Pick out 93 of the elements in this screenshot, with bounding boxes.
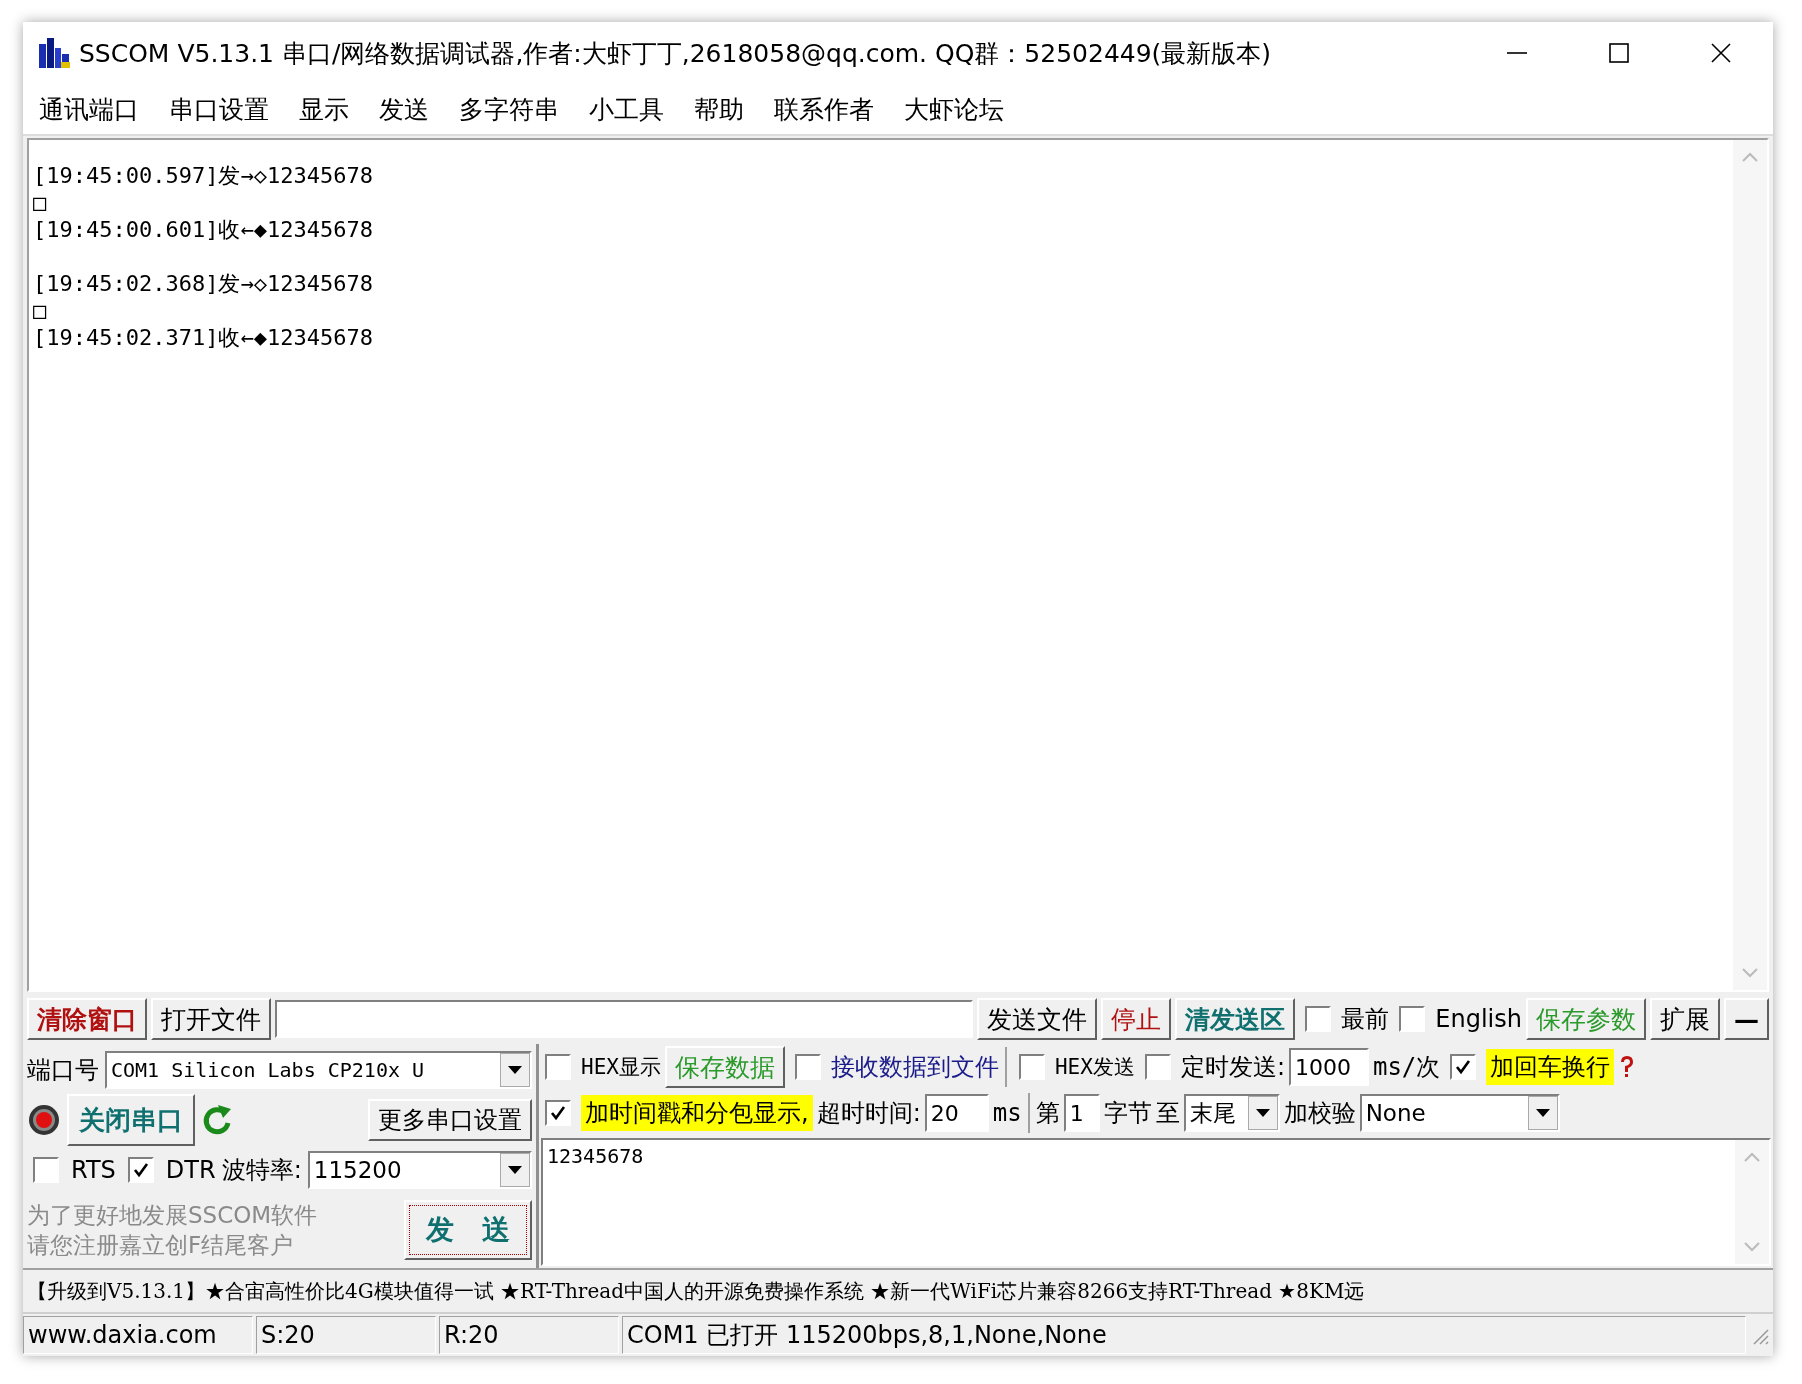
log-line: [19:45:00.601]收←◆12345678 xyxy=(33,216,374,243)
baud-label: 波特率: xyxy=(221,1155,302,1186)
checkbox[interactable] xyxy=(545,1100,571,1126)
dropdown-button[interactable] xyxy=(500,1053,530,1087)
checkbox-label: DTR xyxy=(165,1156,216,1184)
timeout-unit: ms xyxy=(992,1099,1022,1127)
checkbox[interactable] xyxy=(1399,1006,1426,1032)
menu-item[interactable]: 通讯端口 xyxy=(39,92,139,126)
checkbox-label: 加回车换行 xyxy=(1486,1049,1615,1085)
dropdown-button[interactable] xyxy=(1247,1096,1278,1130)
checkbox[interactable] xyxy=(1305,1006,1332,1032)
checkbox-label: 最前 xyxy=(1341,1004,1390,1035)
status-cell: S:20 xyxy=(256,1316,436,1354)
byte-label: 字节 xyxy=(1103,1098,1152,1129)
checkbox-label: 接收数据到文件 xyxy=(830,1052,999,1083)
promo-text: 为了更好地发展SSCOM软件 xyxy=(27,1201,319,1230)
checkbox[interactable] xyxy=(33,1157,59,1183)
menu-item[interactable]: 大虾论坛 xyxy=(904,92,1004,126)
interval-unit: ms/次 xyxy=(1372,1052,1441,1083)
byte-from-field[interactable]: 1 xyxy=(1063,1094,1100,1132)
scrollbar[interactable] xyxy=(1733,140,1767,990)
byte-to-dropdown[interactable]: 末尾 xyxy=(1183,1094,1280,1132)
checksum-dropdown[interactable]: None xyxy=(1359,1094,1560,1132)
checkbox-label: 定时发送: xyxy=(1180,1052,1285,1083)
menu-item[interactable]: 串口设置 xyxy=(169,92,269,126)
interval-field[interactable]: 1000 xyxy=(1288,1048,1369,1086)
baud-rate-dropdown[interactable]: 115200 xyxy=(307,1151,532,1189)
port-label: 端口号 xyxy=(27,1055,99,1086)
refresh-icon xyxy=(201,1103,233,1137)
open-file-button[interactable]: 打开文件 xyxy=(151,998,271,1040)
log-line: □ xyxy=(33,189,48,216)
window-title: SSCOM V5.13.1 串口/网络数据调试器,作者:大虾丁丁,2618058@qq.com. QQ群：52502449(最新版本) xyxy=(79,37,1273,70)
scroll-up-icon xyxy=(1744,1152,1760,1162)
maximize-icon xyxy=(1607,41,1631,65)
caret-icon xyxy=(1535,1109,1550,1117)
status-cell: www.daxia.com xyxy=(23,1316,253,1354)
clear-window-button[interactable]: 清除窗口 xyxy=(27,998,147,1040)
scroll-up-icon xyxy=(1742,152,1758,162)
status-cell: COM1 已打开 115200bps,8,1,None,None xyxy=(622,1316,1746,1354)
log-line: [19:45:02.371]收←◆12345678 xyxy=(33,324,374,351)
log-line: □ xyxy=(33,297,48,324)
checkbox[interactable] xyxy=(1018,1054,1045,1080)
collapse-button[interactable]: — xyxy=(1724,998,1769,1040)
checkbox-label: English xyxy=(1435,1005,1522,1033)
port-dropdown[interactable]: COM1 Silicon Labs CP210x U xyxy=(105,1051,532,1089)
caret-icon xyxy=(508,1166,522,1174)
checkmark-icon xyxy=(132,1162,149,1178)
more-settings-button[interactable]: 更多串口设置 xyxy=(368,1099,532,1141)
menu-item[interactable]: 发送 xyxy=(379,92,429,126)
timeout-label: 超时时间: xyxy=(816,1098,921,1129)
log-line: [19:45:02.368]发→◇12345678 xyxy=(33,270,374,297)
checkbox[interactable] xyxy=(794,1054,821,1080)
menu-item[interactable]: 多字符串 xyxy=(459,92,559,126)
close-icon xyxy=(1709,41,1733,65)
send-text-area[interactable]: 12345678 xyxy=(541,1138,1771,1266)
menu-item[interactable]: 联系作者 xyxy=(774,92,874,126)
timeout-field[interactable]: 20 xyxy=(924,1094,989,1132)
menu-item[interactable]: 显示 xyxy=(299,92,349,126)
menu-item[interactable]: 小工具 xyxy=(589,92,664,126)
dropdown-button[interactable] xyxy=(1527,1096,1558,1130)
caret-icon xyxy=(1255,1109,1270,1117)
expand-button[interactable]: 扩展 xyxy=(1650,998,1720,1040)
checkbox-label: RTS xyxy=(71,1156,116,1184)
clear-send-button[interactable]: 清发送区 xyxy=(1175,998,1296,1040)
scrollbar[interactable] xyxy=(1735,1140,1769,1264)
promo-text: 请您注册嘉立创F结尾客户 xyxy=(27,1231,295,1260)
byte-from-label: 第 xyxy=(1035,1098,1060,1129)
file-path-field[interactable] xyxy=(275,1000,974,1038)
stop-button[interactable]: 停止 xyxy=(1101,998,1172,1040)
checkbox-label: HEX显示 xyxy=(581,1054,661,1081)
app-logo-icon xyxy=(37,36,71,70)
checkmark-icon xyxy=(1455,1059,1472,1075)
checkbox[interactable] xyxy=(127,1157,154,1183)
scroll-down-icon xyxy=(1742,968,1758,978)
checkbox[interactable] xyxy=(1144,1054,1171,1080)
send-button[interactable]: 发 送 xyxy=(404,1200,532,1260)
checksum-label: 加校验 xyxy=(1283,1098,1356,1129)
minimize-icon xyxy=(1505,51,1529,55)
scroll-down-icon xyxy=(1744,1242,1760,1252)
checkbox-label: 加时间戳和分包显示, xyxy=(581,1095,813,1131)
news-ticker[interactable]: 【升级到V5.13.1】★合宙高性价比4G模块值得一试 ★RT-Thread中国人的开源免费操作系统 ★新一代WiFi芯片兼容8266支持RT-Thread ★8KM远 xyxy=(23,1268,1773,1312)
status-cell: R:20 xyxy=(439,1316,619,1354)
send-file-button[interactable]: 发送文件 xyxy=(977,998,1098,1040)
close-port-button[interactable]: 关闭串口 xyxy=(67,1094,195,1146)
checkbox[interactable] xyxy=(1450,1054,1477,1080)
dropdown-button[interactable] xyxy=(500,1153,530,1187)
menu-item[interactable]: 帮助 xyxy=(694,92,744,126)
checkmark-icon xyxy=(550,1105,566,1121)
log-line: [19:45:00.597]发→◇12345678 xyxy=(33,162,374,189)
checkbox-label: HEX发送 xyxy=(1054,1054,1135,1081)
to-label: 至 xyxy=(1155,1098,1180,1129)
checkbox[interactable] xyxy=(545,1054,571,1080)
caret-icon xyxy=(508,1066,522,1074)
